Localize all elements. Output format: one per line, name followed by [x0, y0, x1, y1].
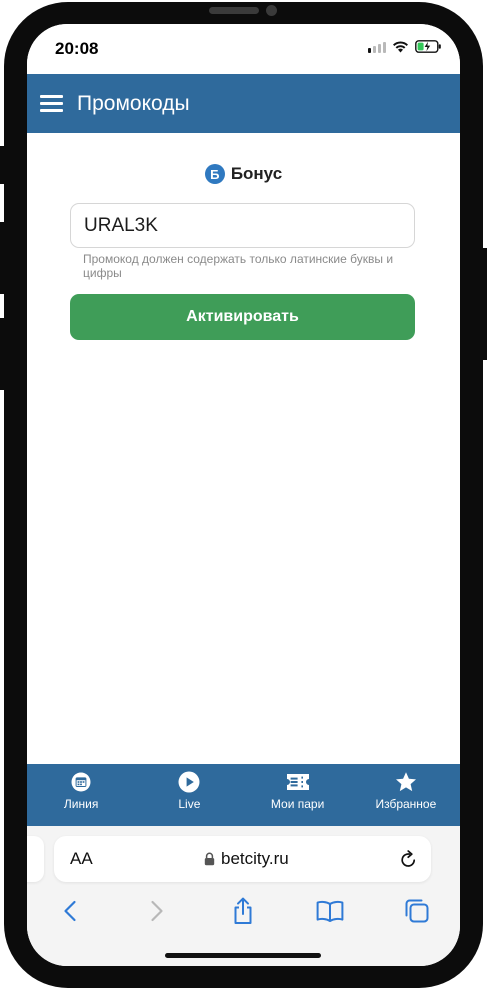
share-button[interactable]: [223, 896, 263, 926]
nav-item-line[interactable]: Линия: [27, 764, 135, 826]
earpiece-speaker: [209, 7, 259, 14]
lock-icon: [204, 852, 215, 866]
play-circle-icon: [178, 771, 200, 793]
wifi-icon: [393, 41, 408, 53]
tabs-icon: [405, 899, 429, 923]
nav-item-label: Линия: [63, 797, 99, 811]
bonus-logo: Б Бонус: [27, 164, 460, 184]
browser-toolbar: [27, 896, 460, 926]
back-icon: [64, 900, 76, 922]
status-time: 20:08: [55, 39, 99, 58]
share-icon: [234, 897, 252, 924]
browser-chrome: AA betcity.ru: [27, 826, 460, 966]
nav-item-label: Мои пари: [270, 797, 325, 811]
bottom-navigation: Линия Live Мои пари Избранное: [27, 764, 460, 826]
screen: 20:08 Промокоды Б Бонус URAL3K Промокод …: [27, 24, 460, 966]
previous-tab-preview[interactable]: [27, 836, 44, 882]
bookmarks-icon: [316, 900, 344, 922]
ticket-icon: [286, 774, 309, 790]
phone-frame: 20:08 Промокоды Б Бонус URAL3K Промокод …: [0, 0, 487, 990]
nav-item-label: Избранное: [375, 797, 437, 811]
reload-icon: [401, 850, 416, 867]
forward-button[interactable]: [137, 896, 177, 926]
url-display[interactable]: betcity.ru: [93, 849, 400, 869]
home-indicator[interactable]: [165, 953, 321, 958]
nav-item-label: Live: [178, 797, 201, 811]
page-title: Промокоды: [77, 91, 190, 115]
battery-charging-icon: [415, 40, 441, 53]
front-camera: [266, 5, 277, 16]
cellular-signal-icon: [368, 41, 386, 53]
bonus-label: Бонус: [230, 164, 283, 183]
activate-button[interactable]: Активировать: [70, 294, 415, 340]
url-text: betcity.ru: [220, 849, 289, 868]
bookmarks-button[interactable]: [310, 896, 350, 926]
back-button[interactable]: [50, 896, 90, 926]
address-bar[interactable]: AA betcity.ru: [54, 836, 431, 882]
nav-item-favorites[interactable]: Избранное: [352, 764, 460, 826]
promo-code-input[interactable]: [70, 203, 415, 248]
app-header: Промокоды: [27, 74, 460, 133]
nav-item-live[interactable]: Live: [135, 764, 243, 826]
nav-item-my-bets[interactable]: Мои пари: [244, 764, 352, 826]
forward-icon: [151, 900, 163, 922]
bonus-badge-icon: Б: [204, 164, 225, 184]
status-icons: [368, 40, 442, 53]
star-icon: [395, 772, 416, 792]
status-bar: 20:08: [27, 24, 460, 74]
reload-button[interactable]: [400, 850, 417, 868]
tabs-button[interactable]: [397, 896, 437, 926]
calendar-icon: [71, 772, 91, 792]
promo-code-hint: Промокод должен содержать только латинск…: [83, 252, 394, 280]
text-size-button[interactable]: AA: [70, 849, 93, 869]
hamburger-menu-icon[interactable]: [40, 95, 63, 112]
